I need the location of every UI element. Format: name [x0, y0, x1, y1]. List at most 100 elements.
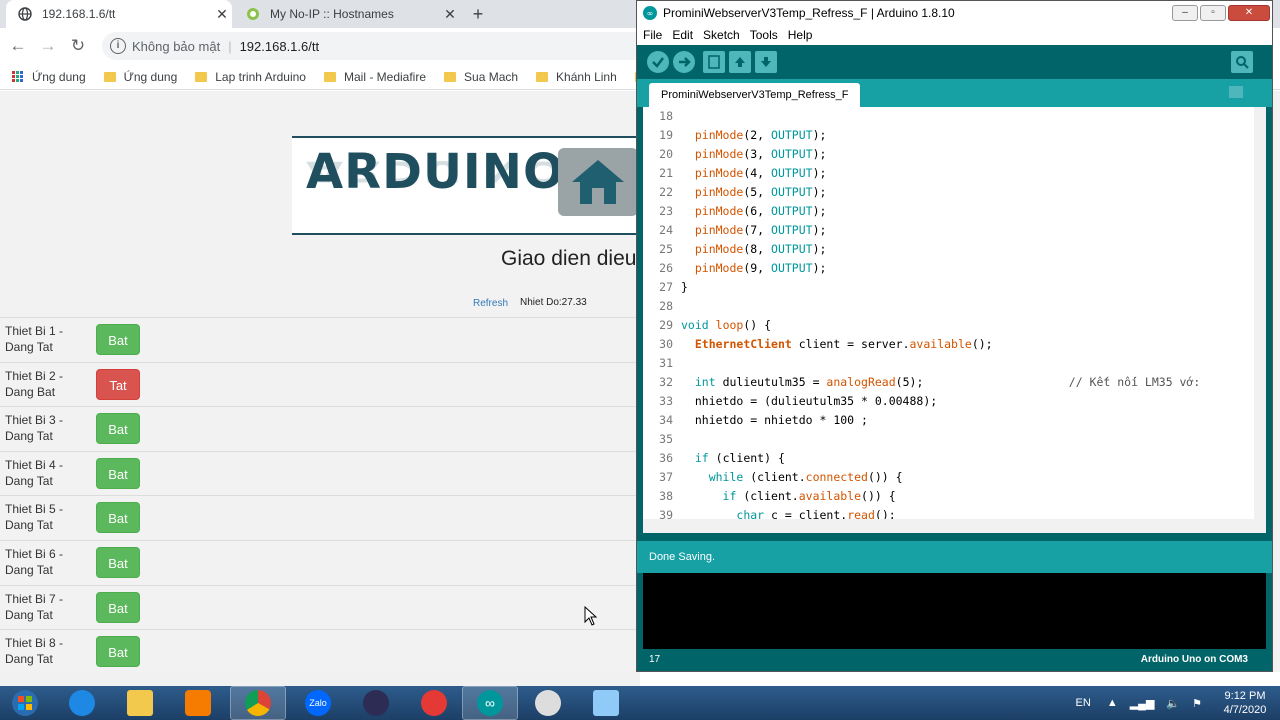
language-indicator[interactable]: EN — [1076, 697, 1091, 709]
serial-monitor-button[interactable] — [1231, 51, 1253, 73]
internet-explorer-taskbar-button[interactable] — [54, 686, 110, 720]
clock[interactable]: 9:12 PM 4/7/2020 — [1210, 689, 1280, 717]
photo-viewer-taskbar-button[interactable] — [578, 686, 634, 720]
device-1-toggle-button[interactable]: Bat — [96, 324, 140, 355]
new-tab-button[interactable]: + — [467, 4, 489, 24]
forward-arrow-icon[interactable]: → — [38, 36, 58, 56]
code-line[interactable]: 19 pinMode(2, OUTPUT); — [643, 126, 1260, 145]
line-number: 35 — [659, 432, 673, 446]
verify-button[interactable] — [647, 51, 669, 73]
zalo-taskbar-button[interactable]: Zalo — [290, 686, 346, 720]
chrome-taskbar-button[interactable] — [230, 686, 286, 720]
table-row: Thiet Bi 1 - Dang Tat Bat — [0, 317, 640, 362]
code-line[interactable]: 34 nhietdo = nhietdo * 100 ; — [643, 411, 1260, 430]
bookmark-item[interactable]: Mail - Mediafire — [323, 70, 426, 84]
tab-local-server[interactable]: 192.168.1.6/tt ✕ — [6, 0, 232, 28]
media-player-taskbar-button[interactable] — [170, 686, 226, 720]
close-window-button[interactable]: ✕ — [1228, 5, 1270, 21]
code-line[interactable]: 32 int dulieutulm35 = analogRead(5); // … — [643, 373, 1260, 392]
code-line[interactable]: 33 nhietdo = (dulieutulm35 * 0.00488); — [643, 392, 1260, 411]
code-line[interactable]: 36 if (client) { — [643, 449, 1260, 468]
bookmark-item[interactable]: Sua Mach — [444, 70, 518, 84]
maximize-button[interactable]: ▫ — [1200, 5, 1226, 21]
save-sketch-button[interactable] — [755, 51, 777, 73]
bookmark-item[interactable]: Ứng dung — [32, 70, 86, 84]
clock-time: 9:12 PM — [1224, 690, 1266, 702]
device-4-toggle-button[interactable]: Bat — [96, 457, 140, 489]
back-arrow-icon[interactable]: ← — [8, 36, 28, 56]
code-line[interactable]: 29 void loop() { — [643, 316, 1260, 335]
menu-sketch[interactable]: Sketch — [703, 28, 740, 42]
code-line[interactable]: 21 pinMode(4, OUTPUT); — [643, 164, 1260, 183]
code-line[interactable]: 28 — [643, 297, 1260, 316]
code-line[interactable]: 38 if (client.available()) { — [643, 487, 1260, 506]
file-explorer-taskbar-button[interactable] — [112, 686, 168, 720]
system-tray: EN ▲ ▂▄▆ 🔈 ⚑ 9:12 PM 4/7/2020 — [1076, 686, 1280, 720]
new-sketch-button[interactable] — [703, 51, 725, 73]
device-3-toggle-button[interactable]: Bat — [96, 413, 140, 445]
code-line[interactable]: 30 EthernetClient client = server.availa… — [643, 335, 1260, 354]
tab-noip-hostnames[interactable]: My No-IP :: Hostnames ✕ — [234, 0, 460, 28]
code-line[interactable]: 26 pinMode(9, OUTPUT); — [643, 259, 1260, 278]
tab-menu-chevron-down-icon[interactable] — [1229, 86, 1243, 98]
table-row: Thiet Bi 2 - Dang Bat Tat — [0, 361, 640, 407]
menu-edit[interactable]: Edit — [672, 28, 693, 42]
start-button[interactable] — [0, 686, 50, 720]
menu-help[interactable]: Help — [788, 28, 813, 42]
line-number: 21 — [659, 166, 673, 180]
arduino-icon: ∞ — [643, 6, 657, 20]
speaker-icon[interactable]: 🔈 — [1166, 697, 1180, 710]
address-bar[interactable]: i Không bảo mật | 192.168.1.6/tt — [102, 32, 662, 60]
editor-horizontal-scrollbar[interactable] — [643, 519, 1266, 533]
app-taskbar-button[interactable] — [406, 686, 462, 720]
network-icon[interactable]: ▂▄▆ — [1130, 697, 1155, 710]
code-line[interactable]: 39 char c = client.read(); — [643, 506, 1260, 519]
ide-title-bar[interactable]: ∞ ProminiWebserverV3Temp_Refress_F | Ard… — [637, 1, 1272, 25]
apps-icon[interactable] — [12, 70, 24, 83]
logo-reflection: ARDUINO — [306, 154, 565, 188]
open-sketch-button[interactable] — [729, 51, 751, 73]
bookmark-item[interactable]: Ứng dung — [103, 70, 177, 84]
menu-file[interactable]: File — [643, 28, 662, 42]
arrow-down-icon — [761, 57, 771, 67]
folder-icon — [536, 71, 549, 82]
device-2-toggle-button[interactable]: Tat — [96, 368, 140, 400]
arduino-taskbar-button[interactable]: ∞ — [462, 686, 518, 720]
code-line[interactable]: 31 — [643, 354, 1260, 373]
code-editor[interactable]: 18 19 pinMode(2, OUTPUT); 20 pinMode(3, OU… — [643, 107, 1260, 519]
code-line[interactable]: 18 — [643, 107, 1260, 126]
output-console[interactable] — [643, 573, 1266, 649]
reload-icon[interactable]: ↻ — [68, 36, 88, 56]
bookmark-item[interactable]: Lap trinh Arduino — [195, 70, 306, 84]
device-7-toggle-button[interactable]: Bat — [96, 591, 140, 623]
device-5-toggle-button[interactable]: Bat — [96, 502, 140, 534]
code-line[interactable]: 20 pinMode(3, OUTPUT); — [643, 145, 1260, 164]
menu-tools[interactable]: Tools — [750, 28, 778, 42]
video-taskbar-button[interactable] — [520, 686, 576, 720]
new-file-icon — [708, 55, 720, 69]
minimize-button[interactable]: – — [1172, 5, 1198, 21]
upload-button[interactable] — [673, 51, 695, 73]
code-line[interactable]: 27} — [643, 278, 1260, 297]
page-horizontal-scrollbar[interactable] — [0, 672, 640, 686]
action-center-flag-icon[interactable]: ⚑ — [1192, 697, 1202, 710]
close-icon[interactable]: ✕ — [212, 6, 232, 23]
code-line[interactable]: 22 pinMode(5, OUTPUT); — [643, 183, 1260, 202]
desktop: 192.168.1.6/tt ✕ My No-IP :: Hostnames ✕… — [0, 0, 1280, 720]
code-line[interactable]: 25 pinMode(8, OUTPUT); — [643, 240, 1260, 259]
app-taskbar-button[interactable] — [348, 686, 404, 720]
code-line[interactable]: 35 — [643, 430, 1260, 449]
line-number: 18 — [659, 109, 673, 123]
sketch-tab[interactable]: ProminiWebserverV3Temp_Refress_F — [649, 83, 861, 107]
info-icon[interactable]: i — [110, 38, 126, 54]
editor-vertical-scrollbar[interactable] — [1254, 107, 1266, 519]
code-line[interactable]: 23 pinMode(6, OUTPUT); — [643, 202, 1260, 221]
close-icon[interactable]: ✕ — [440, 6, 460, 23]
bookmark-item[interactable]: Khánh Linh — [536, 70, 617, 84]
code-line[interactable]: 37 while (client.connected()) { — [643, 468, 1260, 487]
code-line[interactable]: 24 pinMode(7, OUTPUT); — [643, 221, 1260, 240]
chevron-up-icon[interactable]: ▲ — [1107, 697, 1118, 709]
device-8-toggle-button[interactable]: Bat — [96, 636, 140, 668]
refresh-link[interactable]: Refresh — [473, 298, 508, 309]
device-6-toggle-button[interactable]: Bat — [96, 546, 140, 578]
